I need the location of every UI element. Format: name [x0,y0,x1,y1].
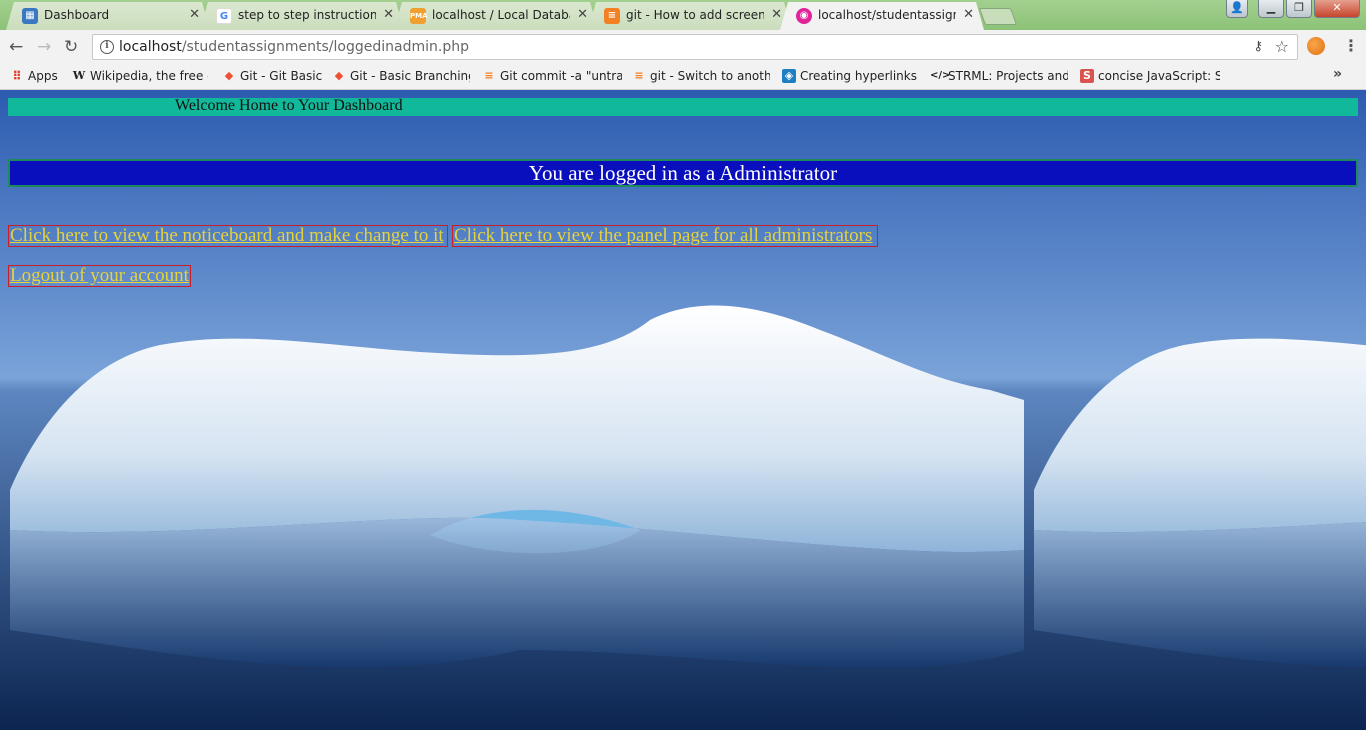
user-profile-icon[interactable]: 👤 [1226,0,1248,18]
address-url[interactable]: localhost/studentassignments/loggedinadm… [119,39,469,55]
role-banner: You are logged in as a Administrator [8,159,1358,187]
noticeboard-link[interactable]: Click here to view the noticeboard and m… [10,225,444,246]
bookmark-label: Git - Basic Branching a [350,69,470,83]
tab-phpmyadmin[interactable]: PMA localhost / Local Databas ✕ [394,2,598,30]
bookmark-concise-js[interactable]: S concise JavaScript: Sli [1080,67,1220,85]
tab-title: Dashboard [44,8,110,22]
welcome-header-bar: Welcome Home to Your Dashboard [8,97,1358,116]
git-icon: ◆ [224,69,234,82]
bookmark-label: Git commit -a "untrac [500,69,622,83]
bookmark-label: Apps [28,69,58,83]
close-icon[interactable]: ✕ [189,2,200,28]
minimize-icon[interactable]: ▁ [1258,0,1284,18]
tab-studentassignments[interactable]: ◉ localhost/studentassignm ✕ [780,2,984,30]
mdn-icon: ◈ [782,69,796,83]
page-viewport: Welcome Home to Your Dashboard You are l… [0,90,1366,730]
info-icon[interactable]: i [100,40,114,54]
url-host: localhost [119,39,182,55]
bookmark-strml[interactable]: </> STRML: Projects and V [930,67,1068,85]
browser-toolbar: ← → ↻ i localhost/studentassignments/log… [0,30,1366,63]
bookmark-wikipedia[interactable]: W Wikipedia, the free en [72,67,208,85]
more-bookmarks-chevron-icon[interactable]: » [1333,66,1342,82]
tab-strip: ▦ Dashboard ✕ G step to step instruction… [0,0,1366,30]
dashboard-favicon-icon: ▦ [22,8,38,24]
bookmark-mdn-hyperlinks[interactable]: ◈ Creating hyperlinks - I [782,67,920,85]
google-favicon-icon: G [216,8,232,24]
bookmark-star-icon[interactable]: ☆ [1275,37,1289,56]
site-favicon-icon: ◉ [796,8,812,24]
admin-panel-link[interactable]: Click here to view the panel page for al… [454,225,872,246]
welcome-heading: Welcome Home to Your Dashboard [175,97,403,114]
back-arrow-icon[interactable]: ← [9,37,23,57]
bookmark-label: STRML: Projects and V [948,69,1068,83]
tab-git-screenshots[interactable]: ≡ git - How to add screens ✕ [588,2,792,30]
bookmark-label: Creating hyperlinks - I [800,69,920,83]
new-tab-button[interactable] [978,8,1018,25]
window-close-icon[interactable]: ✕ [1314,0,1360,18]
bookmark-git-basics[interactable]: ◆ Git - Git Basics [222,67,322,85]
close-icon[interactable]: ✕ [577,2,588,28]
noticeboard-link-box: Click here to view the noticeboard and m… [8,225,448,247]
tab-title: git - How to add screens [626,8,764,22]
admin-panel-link-box: Click here to view the panel page for al… [452,225,878,247]
key-icon[interactable]: ⚷ [1253,39,1263,54]
close-icon[interactable]: ✕ [383,2,394,28]
tab-dashboard[interactable]: ▦ Dashboard ✕ [6,2,210,30]
bookmark-git-branching[interactable]: ◆ Git - Basic Branching a [332,67,470,85]
bookmark-label: Wikipedia, the free en [90,69,208,83]
url-path: /studentassignments/loggedinadmin.php [181,39,469,55]
bookmark-apps[interactable]: ⠿ Apps [10,67,68,85]
address-bar[interactable]: i localhost/studentassignments/loggedina… [92,34,1298,60]
git-icon: ◆ [334,69,344,82]
bookmark-label: Git - Git Basics [240,69,322,83]
close-icon[interactable]: ✕ [963,2,974,28]
bookmark-label: git - Switch to anothe [650,69,770,83]
tab-step-instructions[interactable]: G step to step instructions ✕ [200,2,404,30]
bookmark-label: concise JavaScript: Sli [1098,69,1220,83]
forward-arrow-icon[interactable]: → [37,37,51,57]
reload-icon[interactable]: ↻ [64,37,78,57]
stackoverflow-icon: ≡ [484,69,494,82]
phpmyadmin-favicon-icon: PMA [410,8,426,24]
extension-icon[interactable] [1307,37,1325,55]
apps-grid-icon: ⠿ [12,69,22,83]
menu-kebab-icon[interactable]: ⋮ [1343,36,1359,55]
maximize-icon[interactable]: ❐ [1286,0,1312,18]
logout-link[interactable]: Logout of your account [10,265,189,286]
bookmark-git-switch[interactable]: ≡ git - Switch to anothe [632,67,770,85]
close-icon[interactable]: ✕ [771,2,782,28]
code-icon: </> [930,70,951,81]
stackoverflow-favicon-icon: ≡ [604,8,620,24]
wikipedia-icon: W [72,69,86,82]
logout-link-box: Logout of your account [8,265,191,287]
tab-title: localhost / Local Databas [432,8,570,22]
slides-icon: S [1080,69,1094,83]
bookmark-git-commit[interactable]: ≡ Git commit -a "untrac [482,67,622,85]
tab-title: step to step instructions [238,8,376,22]
window-controls: 👤 ▁ ❐ ✕ [1226,0,1360,18]
stackoverflow-icon: ≡ [634,69,644,82]
tab-title: localhost/studentassignm [818,8,953,22]
bookmarks-bar: ⠿ Apps W Wikipedia, the free en ◆ Git - … [0,63,1366,90]
